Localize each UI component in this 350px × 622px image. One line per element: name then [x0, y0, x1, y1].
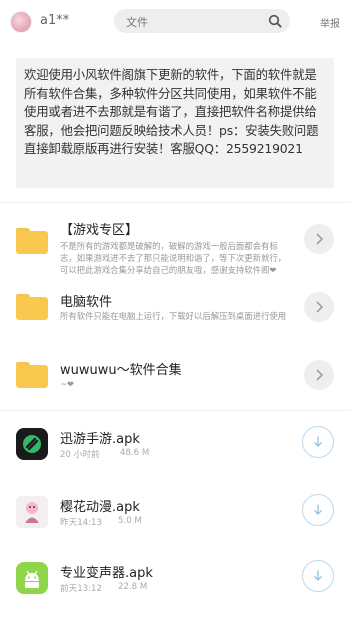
file-time: 20 小时前: [60, 450, 100, 460]
xunyou-app-icon: [16, 428, 48, 460]
folder-title: 【游戏专区】: [60, 223, 139, 238]
avatar[interactable]: [10, 11, 32, 33]
divider: [0, 202, 350, 203]
download-icon: [314, 436, 322, 447]
file-row[interactable]: 迅游手游.apk 20 小时前 48.6 M: [0, 420, 350, 474]
file-time: 昨天14:13: [60, 518, 102, 528]
open-folder-button[interactable]: [304, 224, 334, 254]
folder-icon: [16, 294, 48, 320]
download-button[interactable]: [302, 494, 334, 526]
notice-text: 欢迎使用小风软件阁旗下更新的软件，下面的软件就是所有软件合集，多种软件分区共同使…: [24, 67, 319, 156]
folder-description: ~❤: [60, 379, 75, 389]
file-name: 专业变声器.apk: [60, 566, 153, 581]
notice-box: 欢迎使用小风软件阁旗下更新的软件，下面的软件就是所有软件合集，多种软件分区共同使…: [16, 58, 334, 188]
chevron-right-icon: [316, 369, 324, 381]
file-size: 5.0 M: [118, 516, 142, 526]
download-icon: [314, 504, 322, 515]
file-time: 前天13:12: [60, 584, 102, 594]
search-input[interactable]: 文件: [114, 9, 290, 33]
folder-row-collection[interactable]: wuwuwu～软件合集 ~❤: [0, 344, 350, 406]
chevron-right-icon: [316, 301, 324, 313]
search-text: 文件: [126, 16, 148, 29]
open-folder-button[interactable]: [304, 292, 334, 322]
file-size: 22.8 M: [118, 582, 148, 592]
file-row[interactable]: 专业变声器.apk 前天13:12 22.8 M: [0, 552, 350, 610]
sakura-app-icon: [16, 496, 48, 528]
folder-description: 不是所有的游戏都是破解的，破解的游戏一般后面都会有标志，如果游戏进不去了那只能说…: [60, 241, 287, 275]
open-folder-button[interactable]: [304, 360, 334, 390]
file-row[interactable]: 樱花动漫.apk 昨天14:13 5.0 M: [0, 486, 350, 542]
folder-icon: [16, 362, 48, 388]
file-name: 迅游手游.apk: [60, 432, 140, 447]
folder-description: 所有软件只能在电脑上运行，下载好以后解压到桌面进行使用: [60, 311, 287, 321]
chevron-right-icon: [316, 233, 324, 245]
file-size: 48.6 M: [120, 448, 150, 458]
folder-icon: [16, 228, 48, 254]
username[interactable]: a1**: [40, 13, 69, 28]
report-link[interactable]: 举报: [320, 15, 340, 30]
folder-row-games[interactable]: 【游戏专区】 不是所有的游戏都是破解的，破解的游戏一般后面都会有标志，如果游戏进…: [0, 212, 350, 284]
download-button[interactable]: [302, 560, 334, 592]
folder-title: wuwuwu～软件合集: [60, 363, 182, 378]
android-app-icon: [16, 562, 48, 594]
top-bar: a1** 文件 举报: [0, 0, 350, 44]
folder-title: 电脑软件: [60, 295, 113, 310]
download-button[interactable]: [302, 426, 334, 458]
file-name: 樱花动漫.apk: [60, 500, 140, 515]
folder-row-pc-software[interactable]: 电脑软件 所有软件只能在电脑上运行，下载好以后解压到桌面进行使用: [0, 284, 350, 344]
download-icon: [314, 570, 322, 581]
search-icon[interactable]: [268, 14, 282, 28]
divider: [0, 410, 350, 411]
